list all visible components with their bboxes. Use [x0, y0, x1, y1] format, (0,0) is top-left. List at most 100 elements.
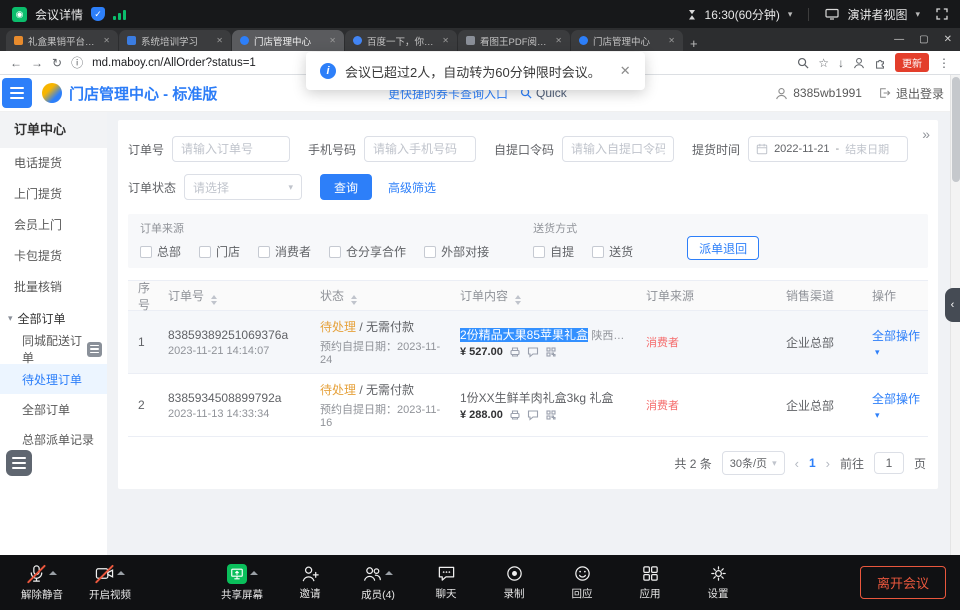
- profile-icon[interactable]: [853, 57, 865, 69]
- download-icon[interactable]: ↓: [838, 56, 844, 70]
- record-button[interactable]: 录制: [488, 564, 540, 601]
- sidebar-item-phone-pickup[interactable]: 电话提货: [0, 148, 107, 179]
- source-consumer-checkbox[interactable]: 消费者: [258, 243, 311, 260]
- delivery-delivery-checkbox[interactable]: 送货: [592, 243, 633, 260]
- tab-close-icon[interactable]: ✕: [329, 36, 336, 45]
- tab-close-icon[interactable]: ✕: [216, 36, 223, 45]
- settings-button[interactable]: 设置: [692, 564, 744, 601]
- meeting-timer[interactable]: 16:30(60分钟): [705, 6, 780, 23]
- search-icon[interactable]: [797, 57, 809, 69]
- more-menu-icon[interactable]: ⋮: [938, 56, 950, 70]
- message-icon[interactable]: [527, 346, 539, 358]
- checkbox[interactable]: [329, 246, 341, 258]
- window-maximize-icon[interactable]: ▢: [919, 34, 928, 45]
- browser-update-button[interactable]: 更新: [895, 53, 929, 72]
- extensions-puzzle-icon[interactable]: [874, 57, 886, 69]
- browser-tab[interactable]: 门店管理中心 ✕: [571, 30, 683, 51]
- browser-tab[interactable]: 看图王PDF阅读器 ✕: [458, 30, 570, 51]
- view-mode-selector[interactable]: 演讲者视图: [847, 6, 907, 23]
- meeting-panel-toggle[interactable]: ‹: [945, 288, 960, 322]
- scrollbar-thumb[interactable]: [952, 77, 960, 182]
- hamburger-menu-button[interactable]: [2, 78, 32, 108]
- back-icon[interactable]: ←: [10, 56, 22, 70]
- new-tab-button[interactable]: +: [690, 36, 698, 51]
- checkbox[interactable]: [592, 246, 604, 258]
- dock-list-icon[interactable]: [87, 342, 102, 357]
- tab-close-icon[interactable]: ✕: [442, 36, 449, 45]
- url-text[interactable]: md.maboy.cn/AllOrder?status=1: [92, 57, 256, 69]
- print-icon[interactable]: [509, 346, 521, 358]
- view-caret-icon[interactable]: ▾: [915, 9, 920, 20]
- sort-icon[interactable]: [351, 295, 357, 305]
- site-info-icon[interactable]: ⓘ: [71, 54, 83, 71]
- browser-tab[interactable]: 系统培训学习 ✕: [119, 30, 231, 51]
- sidebar-item-card-pickup[interactable]: 卡包提货: [0, 241, 107, 272]
- browser-tab[interactable]: 百度一下，你就知道 ✕: [345, 30, 457, 51]
- share-screen-button[interactable]: 共享屏幕: [216, 564, 268, 602]
- checkbox[interactable]: [258, 246, 270, 258]
- goto-page-input[interactable]: [874, 452, 904, 474]
- video-options-caret-icon[interactable]: [117, 571, 125, 575]
- dispatch-return-button[interactable]: 派单退回: [687, 236, 759, 260]
- source-store-checkbox[interactable]: 门店: [199, 243, 240, 260]
- floating-annotation-button[interactable]: [6, 450, 32, 476]
- checkbox[interactable]: [199, 246, 211, 258]
- unmute-button[interactable]: 解除静音: [16, 564, 68, 602]
- window-close-icon[interactable]: ✕: [944, 34, 952, 45]
- source-external-checkbox[interactable]: 外部对接: [424, 243, 489, 260]
- bookmark-star-icon[interactable]: ☆: [818, 56, 829, 70]
- forward-icon[interactable]: →: [31, 56, 43, 70]
- share-options-caret-icon[interactable]: [250, 571, 258, 575]
- order-status-select[interactable]: 请选择 ▾: [184, 174, 302, 200]
- th-order-no[interactable]: 订单号: [162, 287, 314, 305]
- checkbox[interactable]: [424, 246, 436, 258]
- tab-close-icon[interactable]: ✕: [555, 36, 562, 45]
- checkbox[interactable]: [533, 246, 545, 258]
- sidebar-group-all-orders[interactable]: ▾ 全部订单: [0, 303, 107, 334]
- qrcode-icon[interactable]: [545, 346, 557, 358]
- sidebar-item-batch-verify[interactable]: 批量核销: [0, 272, 107, 303]
- qrcode-icon[interactable]: [545, 409, 557, 421]
- all-actions-link[interactable]: 全部操作: [872, 329, 920, 343]
- source-warehouse-coop-checkbox[interactable]: 仓分享合作: [329, 243, 406, 260]
- sidebar-item-door-pickup[interactable]: 上门提货: [0, 179, 107, 210]
- th-status[interactable]: 状态: [314, 287, 454, 305]
- mic-options-caret-icon[interactable]: [49, 571, 57, 575]
- all-actions-link[interactable]: 全部操作: [872, 392, 920, 406]
- sort-icon[interactable]: [211, 295, 217, 305]
- page-size-select[interactable]: 30条/页 ▾: [722, 451, 785, 475]
- members-button[interactable]: 成员(4): [352, 564, 404, 602]
- toast-close-icon[interactable]: ✕: [620, 63, 631, 79]
- next-page-icon[interactable]: ›: [826, 456, 830, 471]
- fullscreen-icon[interactable]: [936, 8, 948, 20]
- print-icon[interactable]: [509, 409, 521, 421]
- sidebar-item-member-visit[interactable]: 会员上门: [0, 210, 107, 241]
- sidebar-item-city-delivery[interactable]: 同城配送订单: [0, 334, 107, 364]
- browser-tab[interactable]: 礼盒果销平台管理中心 ✕: [6, 30, 118, 51]
- start-video-button[interactable]: 开启视频: [84, 564, 136, 602]
- reactions-button[interactable]: 回应: [556, 564, 608, 601]
- window-minimize-icon[interactable]: —: [894, 34, 904, 45]
- security-shield-icon[interactable]: ✓: [91, 7, 105, 21]
- timer-caret-icon[interactable]: ▾: [788, 9, 793, 20]
- pickup-code-input[interactable]: [562, 136, 674, 162]
- search-button[interactable]: 查询: [320, 174, 372, 200]
- message-icon[interactable]: [527, 409, 539, 421]
- invite-button[interactable]: 邀请: [284, 564, 336, 601]
- tab-close-icon[interactable]: ✕: [668, 36, 675, 45]
- delivery-selfpickup-checkbox[interactable]: 自提: [533, 243, 574, 260]
- user-account[interactable]: 8385wb1991: [775, 86, 862, 100]
- reload-icon[interactable]: ↻: [52, 56, 62, 70]
- chat-button[interactable]: 聊天: [420, 564, 472, 601]
- order-no-input[interactable]: [172, 136, 290, 162]
- th-content[interactable]: 订单内容: [454, 287, 640, 305]
- browser-tab-active[interactable]: 门店管理中心 ✕: [232, 30, 344, 51]
- current-page[interactable]: 1: [809, 456, 816, 470]
- logout-button[interactable]: 退出登录: [878, 85, 944, 102]
- leave-meeting-button[interactable]: 离开会议: [860, 566, 946, 599]
- checkbox[interactable]: [140, 246, 152, 258]
- sidebar-item-all-orders[interactable]: 全部订单: [0, 394, 107, 424]
- sort-icon[interactable]: [515, 295, 521, 305]
- meeting-details-link[interactable]: 会议详情: [35, 6, 83, 23]
- phone-input[interactable]: [364, 136, 476, 162]
